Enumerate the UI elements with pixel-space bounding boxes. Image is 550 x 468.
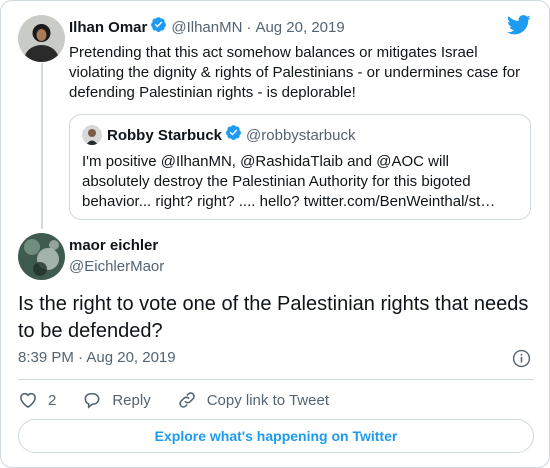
quoted-author-avatar <box>82 125 102 145</box>
main-author-avatar[interactable] <box>18 233 65 280</box>
main-author-name[interactable]: maor eichler <box>69 237 158 254</box>
twitter-bird-icon[interactable] <box>507 15 531 40</box>
parent-tweet-header: Ilhan Omar @IlhanMN · Aug 20, 2019 <box>69 17 345 37</box>
copy-link-label: Copy link to Tweet <box>206 391 329 409</box>
divider <box>18 379 534 380</box>
reply-icon <box>84 392 100 409</box>
parent-tweet-text: Pretending that this act somehow balance… <box>69 44 521 101</box>
verified-badge-icon <box>150 16 167 38</box>
quoted-author-handle: @robbystarbuck <box>246 126 356 144</box>
parent-author-handle[interactable]: @IlhanMN <box>171 19 242 36</box>
thread-connector-line <box>41 63 43 229</box>
heart-icon <box>20 392 36 409</box>
like-button[interactable]: 2 <box>18 390 56 410</box>
quoted-tweet[interactable]: Robby Starbuck @robbystarbuck I'm positi… <box>69 114 531 220</box>
link-icon <box>178 392 195 408</box>
quoted-author-name: Robby Starbuck <box>107 126 223 144</box>
tweet-actions: 2 Reply Copy link to Tweet <box>18 389 355 411</box>
explore-button[interactable]: Explore what's happening on Twitter <box>18 419 534 453</box>
reply-button[interactable]: Reply <box>82 390 151 410</box>
main-author-handle[interactable]: @EichlerMaor <box>69 258 164 275</box>
verified-badge-icon <box>225 124 242 146</box>
embedded-tweet-card: Ilhan Omar @IlhanMN · Aug 20, 2019 Prete… <box>0 0 550 468</box>
main-tweet-timestamp[interactable]: 8:39 PM · Aug 20, 2019 <box>18 349 176 366</box>
parent-author-name[interactable]: Ilhan Omar <box>69 19 147 36</box>
main-tweet-text: Is the right to vote one of the Palestin… <box>18 293 529 342</box>
quoted-tweet-text: I'm positive @IlhanMN, @RashidaTlaib and… <box>82 153 496 210</box>
info-icon[interactable] <box>512 349 531 373</box>
copy-link-button[interactable]: Copy link to Tweet <box>177 390 329 410</box>
quoted-tweet-header: Robby Starbuck @robbystarbuck <box>82 125 355 145</box>
header-separator: · <box>246 18 252 36</box>
like-count: 2 <box>48 391 57 409</box>
reply-label: Reply <box>112 391 151 409</box>
parent-author-avatar[interactable] <box>18 15 65 62</box>
parent-tweet-date[interactable]: Aug 20, 2019 <box>255 19 344 36</box>
